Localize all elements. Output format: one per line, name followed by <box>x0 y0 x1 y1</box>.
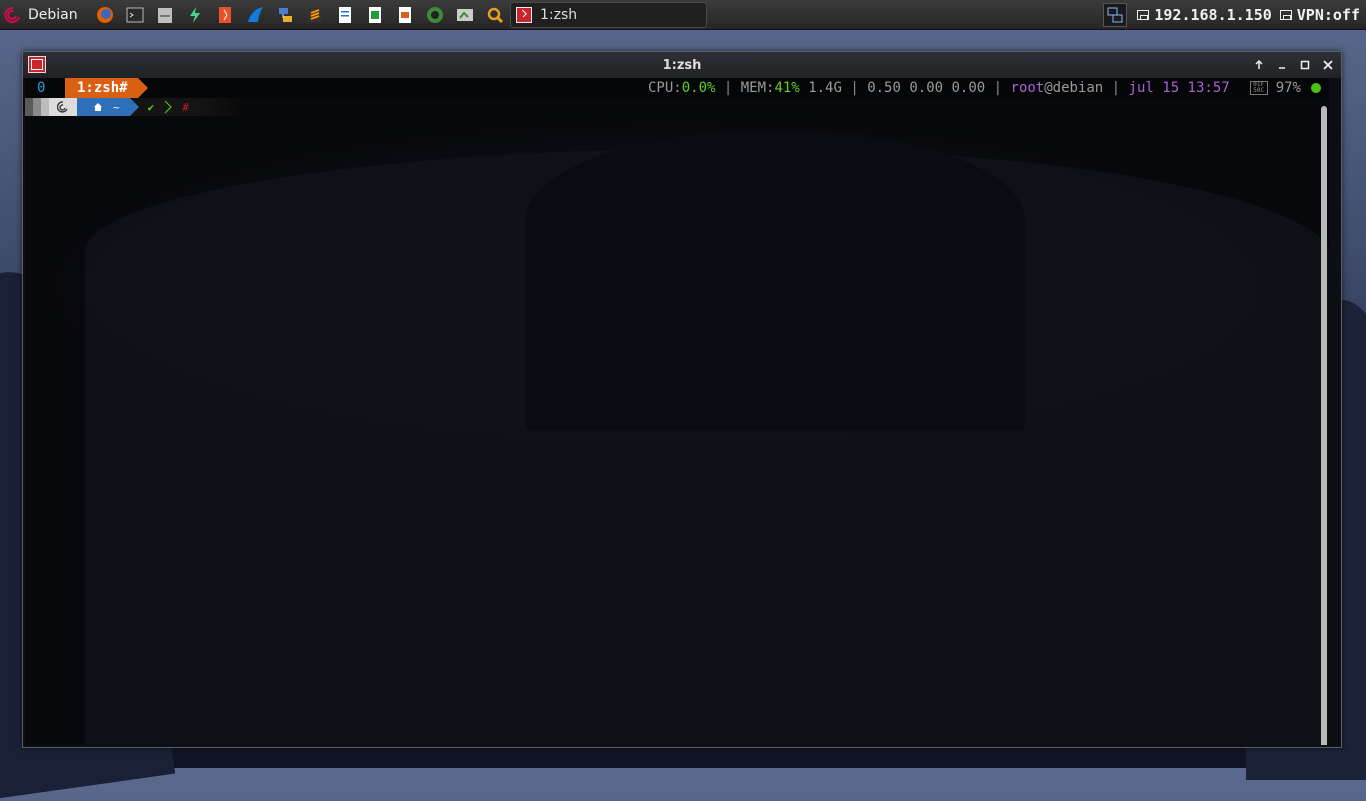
session-index: 0 <box>37 80 46 96</box>
debian-swirl-icon <box>4 6 22 24</box>
debian-swirl-icon <box>57 101 68 113</box>
host-name: @debian <box>1044 80 1104 96</box>
separator: | <box>715 80 741 96</box>
ip-indicator: 192.168.1.150 <box>1137 6 1272 24</box>
screenshot-icon[interactable] <box>454 4 476 26</box>
vpn-status: VPN:off <box>1296 6 1360 24</box>
prompt-status-segment: ✔ # <box>129 98 197 116</box>
network-icon[interactable] <box>274 4 296 26</box>
exit-ok-check: ✔ <box>147 100 155 114</box>
terminal-window: 1:zsh 0 1:zsh# CPU: 0.0% | MEM: 41% 1.4G… <box>22 51 1342 748</box>
menu-label: Debian <box>28 7 78 23</box>
writer-icon[interactable] <box>334 4 356 26</box>
ethernet-icon <box>1137 10 1150 20</box>
battery-percent: 97% <box>1275 80 1301 96</box>
home-icon <box>94 103 102 111</box>
chevron-right-icon <box>164 100 172 114</box>
mem-label: MEM: <box>740 80 775 96</box>
root-prompt-symbol: # <box>182 100 189 114</box>
separator: | <box>1103 80 1129 96</box>
tmux-window-tab[interactable]: 1:zsh# <box>65 78 148 98</box>
window-controls <box>1252 52 1335 78</box>
wireshark-icon[interactable] <box>244 4 266 26</box>
launcher-bar <box>94 4 506 26</box>
cpu-temp-bottom: 50C <box>1253 87 1265 94</box>
prompt-fade-segment <box>25 98 33 116</box>
minimize-button[interactable] <box>1275 58 1289 72</box>
tmux-status-bar: 0 1:zsh# CPU: 0.0% | MEM: 41% 1.4G | 0.50 … <box>25 78 1329 98</box>
applications-menu[interactable]: Debian <box>4 0 78 30</box>
prompt-tail <box>196 98 241 116</box>
cpu-temp-icon: 01F 50C <box>1249 81 1268 95</box>
shell-prompt: ~ ✔ # <box>25 98 241 116</box>
network-manager-icon[interactable] <box>1103 3 1128 27</box>
system-tray: 192.168.1.150 VPN:off <box>1103 0 1360 30</box>
cpu-label: CPU: <box>648 80 682 96</box>
firefox-icon[interactable] <box>94 4 116 26</box>
load-average: 0.50 0.00 0.00 <box>867 80 986 96</box>
terminal-app-icon <box>516 7 532 23</box>
calc-icon[interactable] <box>364 4 386 26</box>
taskbar-item-label: 1:zsh <box>540 7 578 23</box>
impress-icon[interactable] <box>394 4 416 26</box>
terminal-icon[interactable] <box>124 4 146 26</box>
prompt-fade-segment <box>33 98 41 116</box>
terminal-app-icon[interactable] <box>28 56 46 73</box>
maximize-button[interactable] <box>1298 58 1312 72</box>
battery-status-dot <box>1311 83 1321 93</box>
keep-above-button[interactable] <box>1252 58 1266 72</box>
date-time: jul 15 13:57 <box>1128 80 1230 96</box>
scrollbar[interactable] <box>1321 106 1327 745</box>
mem-percent: 41% <box>774 80 800 96</box>
search-tool-icon[interactable] <box>484 4 506 26</box>
top-panel: Debian 1:zsh 192.168.1.150 VPN:off <box>0 0 1366 30</box>
close-button[interactable] <box>1321 58 1335 72</box>
browser-globe-icon[interactable] <box>424 4 446 26</box>
user-name: root <box>1010 80 1045 96</box>
wallpaper-dune-peak <box>525 130 1025 430</box>
cpu-value: 0.0% <box>681 80 716 96</box>
prompt-fade-segment <box>41 98 49 116</box>
ip-address: 192.168.1.150 <box>1154 6 1272 24</box>
current-directory: ~ <box>113 100 120 114</box>
window-title: 1:zsh <box>662 57 702 73</box>
window-titlebar[interactable]: 1:zsh <box>23 52 1341 78</box>
vpn-icon <box>1279 10 1292 20</box>
prompt-os-segment <box>49 98 86 116</box>
torrent-icon[interactable] <box>184 4 206 26</box>
taskbar-item-terminal[interactable]: 1:zsh <box>510 2 707 28</box>
file-manager-icon[interactable] <box>154 4 176 26</box>
git-icon[interactable] <box>214 4 236 26</box>
sublime-icon[interactable] <box>304 4 326 26</box>
prompt-directory-segment: ~ <box>77 98 139 116</box>
separator: | <box>841 80 868 96</box>
mem-used: 1.4G <box>808 80 842 96</box>
status-right: CPU: 0.0% | MEM: 41% 1.4G | 0.50 0.00 0.00… <box>648 78 1321 98</box>
separator: | <box>985 80 1011 96</box>
terminal-area[interactable]: 0 1:zsh# CPU: 0.0% | MEM: 41% 1.4G | 0.50 … <box>25 78 1329 745</box>
vpn-indicator: VPN:off <box>1279 6 1360 24</box>
